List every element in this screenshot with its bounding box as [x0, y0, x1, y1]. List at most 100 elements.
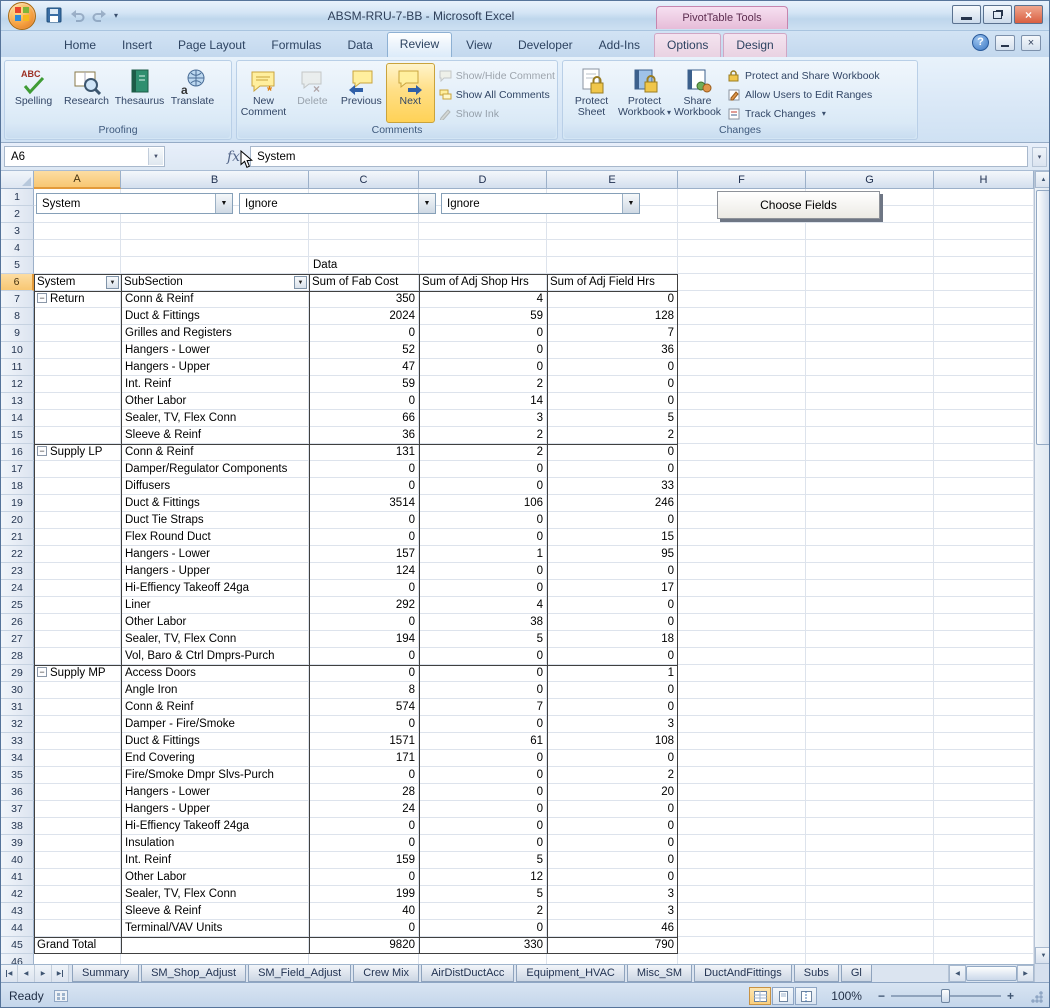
sheet-tab-ductandfittings[interactable]: DuctAndFittings — [694, 965, 792, 982]
row-header-10[interactable]: 10 — [1, 342, 34, 359]
row-header-8[interactable]: 8 — [1, 308, 34, 325]
protect-and-share-workbook-button[interactable]: Protect and Share Workbook — [728, 67, 880, 84]
cell-D29[interactable]: 0 — [419, 665, 547, 682]
cell-B27[interactable]: Sealer, TV, Flex Conn — [121, 631, 309, 648]
expand-formula-bar-icon[interactable]: ▾ — [1032, 147, 1047, 167]
ribbon-tab-insert[interactable]: Insert — [110, 34, 164, 57]
cell-B16[interactable]: Conn & Reinf — [121, 444, 309, 461]
filter-combo-3-dropdown-icon[interactable]: ▼ — [622, 194, 639, 213]
cell-C14[interactable]: 66 — [309, 410, 419, 427]
row-header-38[interactable]: 38 — [1, 818, 34, 835]
cell-C29[interactable]: 0 — [309, 665, 419, 682]
cell-D36[interactable]: 0 — [419, 784, 547, 801]
pivot-header-subsection[interactable]: SubSection — [121, 274, 309, 291]
row-header-15[interactable]: 15 — [1, 427, 34, 444]
cell-B21[interactable]: Flex Round Duct — [121, 529, 309, 546]
row-header-31[interactable]: 31 — [1, 699, 34, 716]
row-header-27[interactable]: 27 — [1, 631, 34, 648]
cell-A29[interactable]: −Supply MP — [34, 665, 121, 682]
filter-combo-3[interactable]: Ignore ▼ — [441, 193, 640, 214]
cell-B33[interactable]: Duct & Fittings — [121, 733, 309, 750]
cell-B12[interactable]: Int. Reinf — [121, 376, 309, 393]
cell-B13[interactable]: Other Labor — [121, 393, 309, 410]
column-header-G[interactable]: G — [806, 171, 934, 189]
next-sheet-button[interactable]: ▶ — [35, 965, 52, 982]
cell-C12[interactable]: 59 — [309, 376, 419, 393]
cell-E26[interactable]: 0 — [547, 614, 678, 631]
row-header-18[interactable]: 18 — [1, 478, 34, 495]
cell-E30[interactable]: 0 — [547, 682, 678, 699]
scroll-down-button[interactable]: ▼ — [1035, 947, 1050, 964]
row-header-14[interactable]: 14 — [1, 410, 34, 427]
cell-A7[interactable]: −Return — [34, 291, 121, 308]
cell-E41[interactable]: 0 — [547, 869, 678, 886]
cell-E45[interactable]: 790 — [547, 937, 678, 954]
row-header-5[interactable]: 5 — [1, 257, 34, 274]
ribbon-tab-options[interactable]: Options — [654, 33, 721, 57]
cell-E9[interactable]: 7 — [547, 325, 678, 342]
page-layout-view-button[interactable] — [772, 987, 794, 1005]
column-header-F[interactable]: F — [678, 171, 806, 189]
row-header-32[interactable]: 32 — [1, 716, 34, 733]
delete-comment-button[interactable]: × Delete — [288, 63, 337, 123]
cell-E21[interactable]: 15 — [547, 529, 678, 546]
row-header-1[interactable]: 1 — [1, 189, 34, 206]
cell-D22[interactable]: 1 — [419, 546, 547, 563]
row-header-16[interactable]: 16 — [1, 444, 34, 461]
row-header-13[interactable]: 13 — [1, 393, 34, 410]
cell-D9[interactable]: 0 — [419, 325, 547, 342]
row-header-11[interactable]: 11 — [1, 359, 34, 376]
cell-B41[interactable]: Other Labor — [121, 869, 309, 886]
cell-C24[interactable]: 0 — [309, 580, 419, 597]
zoom-out-icon[interactable]: − — [878, 989, 885, 1003]
research-button[interactable]: Research — [60, 63, 113, 123]
ribbon-tab-home[interactable]: Home — [52, 34, 108, 57]
cell-B39[interactable]: Insulation — [121, 835, 309, 852]
cell-D11[interactable]: 0 — [419, 359, 547, 376]
cell-C27[interactable]: 194 — [309, 631, 419, 648]
row-header-46[interactable]: 46 — [1, 954, 34, 964]
cell-E13[interactable]: 0 — [547, 393, 678, 410]
cell-A16[interactable]: −Supply LP — [34, 444, 121, 461]
cell-E39[interactable]: 0 — [547, 835, 678, 852]
cell-C11[interactable]: 47 — [309, 359, 419, 376]
translate-button[interactable]: a Translate — [166, 63, 219, 123]
cell-E17[interactable]: 0 — [547, 461, 678, 478]
cell-D23[interactable]: 0 — [419, 563, 547, 580]
collapse-button-supply-lp[interactable]: − — [37, 446, 47, 456]
choose-fields-button[interactable]: Choose Fields — [717, 191, 880, 219]
pivot-header-shop-hrs[interactable]: Sum of Adj Shop Hrs — [419, 274, 547, 291]
cell-E37[interactable]: 0 — [547, 801, 678, 818]
sheet-tab-misc-sm[interactable]: Misc_SM — [627, 965, 692, 982]
last-sheet-button[interactable]: ▶ — [52, 965, 69, 982]
cell-D39[interactable]: 0 — [419, 835, 547, 852]
cell-B7[interactable]: Conn & Reinf — [121, 291, 309, 308]
cell-C13[interactable]: 0 — [309, 393, 419, 410]
cell-B22[interactable]: Hangers - Lower — [121, 546, 309, 563]
cell-D34[interactable]: 0 — [419, 750, 547, 767]
insert-function-icon[interactable]: fx — [227, 149, 240, 165]
vertical-scrollbar[interactable]: ▲ ▼ — [1034, 171, 1050, 964]
row-header-7[interactable]: 7 — [1, 291, 34, 308]
cell-C31[interactable]: 574 — [309, 699, 419, 716]
cell-E10[interactable]: 36 — [547, 342, 678, 359]
cell-B28[interactable]: Vol, Baro & Ctrl Dmprs-Purch — [121, 648, 309, 665]
cell-B10[interactable]: Hangers - Lower — [121, 342, 309, 359]
cell-E28[interactable]: 0 — [547, 648, 678, 665]
row-header-42[interactable]: 42 — [1, 886, 34, 903]
cell-D42[interactable]: 5 — [419, 886, 547, 903]
pivot-header-field-hrs[interactable]: Sum of Adj Field Hrs — [547, 274, 678, 291]
first-sheet-button[interactable]: ◀ — [1, 965, 18, 982]
cell-B20[interactable]: Duct Tie Straps — [121, 512, 309, 529]
ribbon-tab-page-layout[interactable]: Page Layout — [166, 34, 257, 57]
horizontal-scrollbar[interactable]: ◀ ▶ — [948, 965, 1034, 982]
column-header-B[interactable]: B — [121, 171, 309, 189]
row-header-4[interactable]: 4 — [1, 240, 34, 257]
row-header-24[interactable]: 24 — [1, 580, 34, 597]
column-header-C[interactable]: C — [309, 171, 419, 189]
row-header-36[interactable]: 36 — [1, 784, 34, 801]
cell-E36[interactable]: 20 — [547, 784, 678, 801]
cell-D15[interactable]: 2 — [419, 427, 547, 444]
workbook-close-button[interactable]: × — [1021, 35, 1041, 51]
cell-E20[interactable]: 0 — [547, 512, 678, 529]
